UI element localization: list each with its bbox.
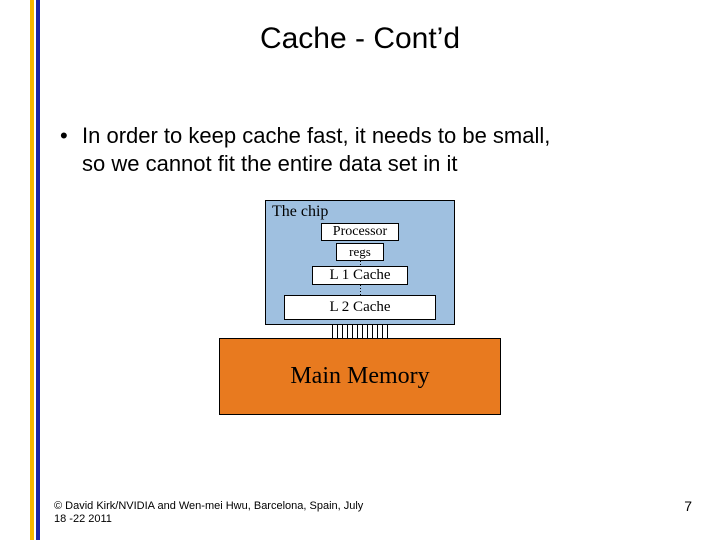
page-number: 7 (684, 498, 692, 514)
chip-label: The chip (270, 203, 450, 223)
bullet-text-line2: so we cannot fit the entire data set in … (60, 150, 690, 178)
memory-hierarchy-diagram: The chip Processor regs L 1 Cache L 2 Ca… (0, 200, 720, 415)
processor-box: Processor (321, 223, 399, 241)
footer-line2: 18 -22 2011 (54, 513, 363, 526)
footer-line1: © David Kirk/NVIDIA and Wen-mei Hwu, Bar… (54, 500, 363, 513)
bullet-text-line1: In order to keep cache fast, it needs to… (82, 123, 550, 148)
slide-title: Cache - Cont’d (0, 22, 720, 56)
main-memory-box: Main Memory (219, 338, 501, 415)
connector-l1-l2 (270, 285, 450, 295)
chip-box: The chip Processor regs L 1 Cache L 2 Ca… (265, 200, 455, 325)
regs-box: regs (336, 243, 384, 261)
l1-cache-box: L 1 Cache (312, 266, 408, 285)
l2-cache-box: L 2 Cache (284, 295, 436, 320)
connector-l2-main (332, 325, 388, 338)
bullet-item: •In order to keep cache fast, it needs t… (60, 122, 690, 177)
bullet-marker: • (60, 122, 82, 150)
connector-regs-l1 (270, 261, 450, 266)
copyright-footer: © David Kirk/NVIDIA and Wen-mei Hwu, Bar… (54, 500, 363, 526)
